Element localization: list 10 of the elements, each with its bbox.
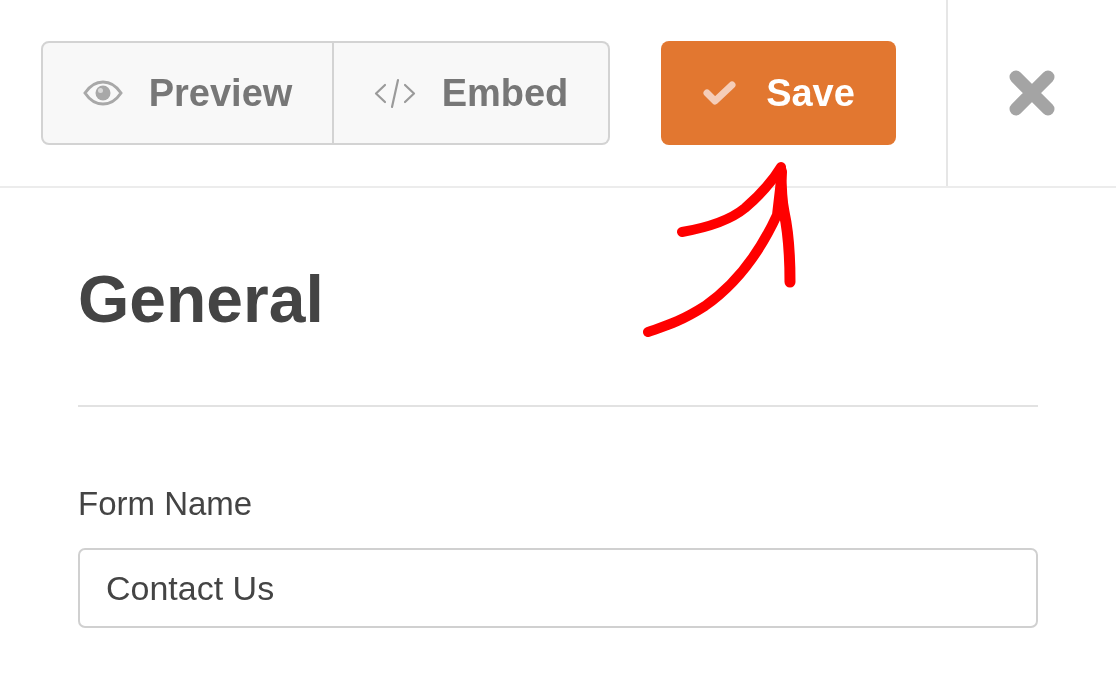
field-label: Form Name [78,487,254,520]
text-input[interactable]: Contact Us [78,548,1038,628]
code-icon [373,77,416,109]
preview-button[interactable]: Preview [41,41,334,145]
embed-button[interactable]: Embed [334,41,610,145]
eye-icon [82,80,123,106]
section-title: General [78,266,325,332]
save-button[interactable]: Save [661,41,896,145]
check-icon [702,80,738,106]
close-icon [1009,70,1055,116]
